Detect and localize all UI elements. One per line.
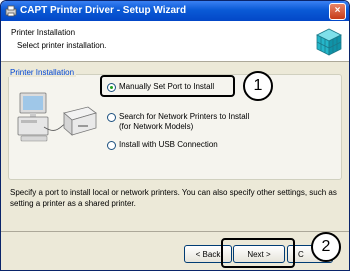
radio-network-search-line2: (for Network Models) <box>119 122 194 131</box>
description-text: Specify a port to install local or netwo… <box>10 188 337 208</box>
window-title: CAPT Printer Driver - Setup Wizard <box>20 5 187 16</box>
highlight-box-next <box>221 238 295 268</box>
header-subtitle: Select printer installation. <box>17 41 107 50</box>
close-button[interactable]: × <box>329 3 346 20</box>
radio-usb[interactable]: Install with USB Connection <box>107 140 218 150</box>
install-cubes-icon <box>316 28 342 56</box>
computer-icon <box>17 92 49 142</box>
group-label: Printer Installation <box>8 68 77 77</box>
step-badge-2: 2 <box>311 232 341 262</box>
step-badge-1: 1 <box>243 71 273 101</box>
radio-network-search-label: Search for Network Printers to Install (… <box>119 112 249 132</box>
radio-unselected-icon <box>107 113 116 122</box>
wizard-header: Printer Installation Select printer inst… <box>1 21 349 62</box>
highlight-box-option <box>100 75 235 97</box>
app-icon <box>5 5 17 17</box>
radio-network-search[interactable]: Search for Network Printers to Install (… <box>107 112 249 132</box>
radio-network-search-line1: Search for Network Printers to Install <box>119 112 250 121</box>
computer-printer-illustration <box>17 92 97 142</box>
printer-icon <box>63 106 97 136</box>
radio-unselected-icon <box>107 141 116 150</box>
footer-divider <box>1 231 349 232</box>
close-icon: × <box>334 5 341 16</box>
title-bar[interactable]: CAPT Printer Driver - Setup Wizard × <box>1 1 349 21</box>
setup-wizard-window: CAPT Printer Driver - Setup Wizard × Pri… <box>0 0 350 271</box>
radio-usb-label: Install with USB Connection <box>119 140 218 149</box>
header-title: Printer Installation <box>11 28 76 37</box>
